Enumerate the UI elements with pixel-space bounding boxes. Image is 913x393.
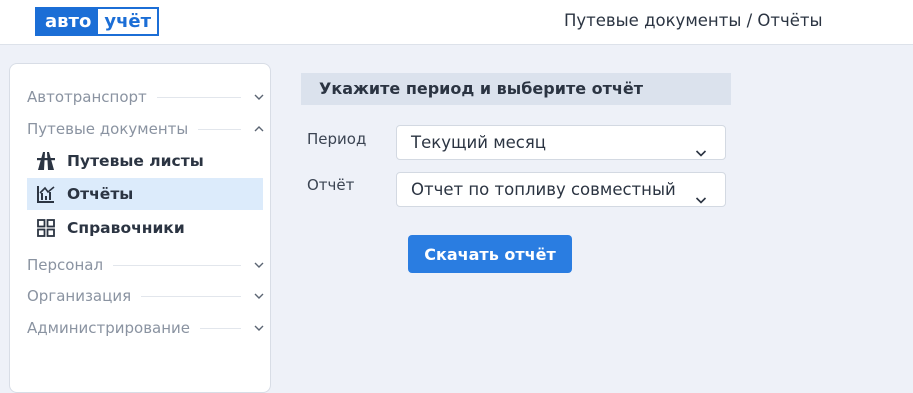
divider xyxy=(141,295,241,297)
chevron-down-icon xyxy=(253,259,265,271)
sidebar-section-organization[interactable]: Организация xyxy=(27,284,265,308)
sidebar-section-label: Администрирование xyxy=(27,319,191,337)
breadcrumb: Путевые документы / Отчёты xyxy=(564,11,823,30)
grid-icon xyxy=(35,217,57,239)
chevron-down-icon xyxy=(695,184,707,204)
period-label: Период xyxy=(307,130,367,148)
chevron-down-icon xyxy=(253,91,265,103)
sidebar-section-label: Автотранспорт xyxy=(27,88,147,106)
sidebar-section-waybill-docs[interactable]: Путевые документы xyxy=(27,117,265,141)
chevron-down-icon xyxy=(253,322,265,334)
divider xyxy=(198,128,241,130)
divider xyxy=(113,264,241,266)
chevron-up-icon xyxy=(253,123,265,135)
chart-icon xyxy=(35,183,57,205)
sidebar-item-references[interactable]: Справочники xyxy=(27,212,263,244)
divider xyxy=(200,327,241,329)
sidebar-item-waybills[interactable]: Путевые листы xyxy=(27,145,263,177)
top-bar: авто учёт Путевые документы / Отчёты xyxy=(0,0,913,45)
period-select-value: Текущий месяц xyxy=(411,133,547,152)
divider xyxy=(156,96,241,98)
period-select[interactable]: Текущий месяц xyxy=(396,125,726,160)
sidebar-section-vehicles[interactable]: Автотранспорт xyxy=(27,85,265,109)
report-select-value: Отчет по топливу совместный xyxy=(411,180,676,199)
road-icon xyxy=(35,150,57,172)
sidebar-item-label: Отчёты xyxy=(67,185,134,203)
report-label: Отчёт xyxy=(307,176,355,194)
sidebar-item-label: Путевые листы xyxy=(67,152,204,170)
download-report-button[interactable]: Скачать отчёт xyxy=(408,235,572,273)
sidebar-item-reports[interactable]: Отчёты xyxy=(27,178,263,210)
logo-part-2: учёт xyxy=(98,9,158,34)
sidebar-section-label: Организация xyxy=(27,287,132,305)
sidebar-section-administration[interactable]: Администрирование xyxy=(27,316,265,340)
sidebar: Автотранспорт Путевые документы Путевые … xyxy=(9,63,271,393)
sidebar-section-personnel[interactable]: Персонал xyxy=(27,253,265,277)
chevron-down-icon xyxy=(253,290,265,302)
sidebar-section-label: Путевые документы xyxy=(27,120,189,138)
panel-title: Укажите период и выберите отчёт xyxy=(301,73,731,105)
logo[interactable]: авто учёт xyxy=(35,7,160,36)
sidebar-item-label: Справочники xyxy=(67,219,185,237)
chevron-down-icon xyxy=(695,137,707,157)
logo-part-1: авто xyxy=(37,9,99,34)
sidebar-section-label: Персонал xyxy=(27,256,104,274)
report-select[interactable]: Отчет по топливу совместный xyxy=(396,172,726,207)
